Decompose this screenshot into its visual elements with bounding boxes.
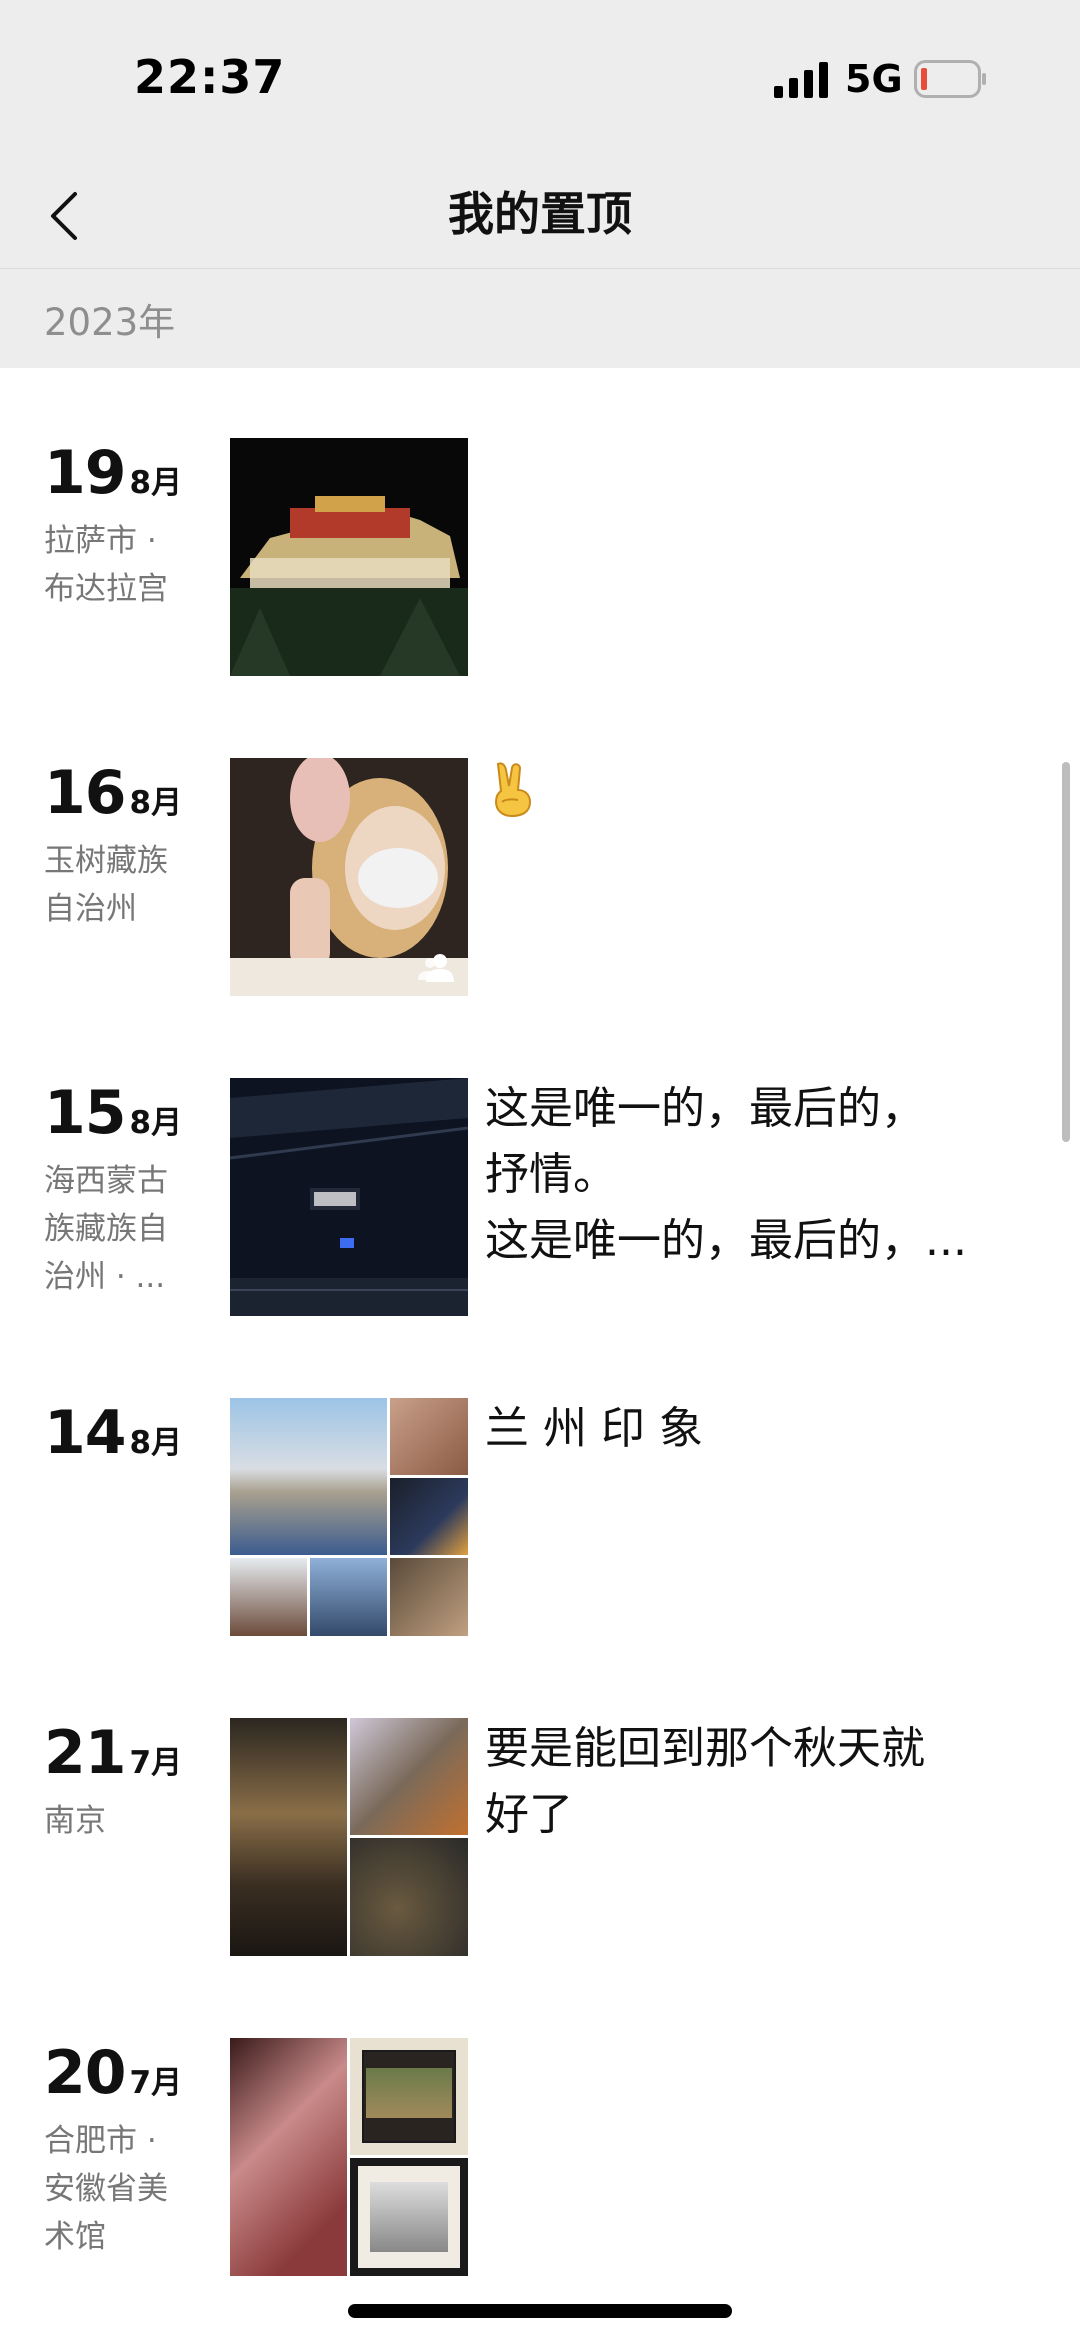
entry-date: 20 7月	[44, 2033, 194, 2113]
entry-date: 19 8月	[44, 433, 194, 513]
photo-grid[interactable]	[230, 2038, 468, 2276]
network-type: 5G	[845, 57, 903, 101]
entry-photo[interactable]	[230, 758, 468, 996]
signal-icon	[774, 62, 828, 98]
entry-month: 8月	[129, 1425, 183, 1461]
feed-entry[interactable]: 16 8月 玉树藏族自治州	[0, 688, 1080, 996]
entry-month: 8月	[129, 785, 183, 821]
entry-date: 15 8月	[44, 1073, 194, 1153]
entry-date: 14 8月	[44, 1393, 194, 1473]
status-bar: 22:37 5G	[0, 0, 1080, 160]
entry-location: 玉树藏族自治州	[44, 843, 168, 927]
entry-month: 7月	[129, 1745, 183, 1781]
photo-cell[interactable]	[390, 1478, 468, 1555]
home-indicator[interactable]	[348, 2304, 732, 2318]
top-header: 22:37 5G 我的置顶 2023年	[0, 0, 1080, 368]
entry-location: 拉萨市 · 布达拉宫	[44, 523, 168, 607]
entry-month: 8月	[129, 1105, 183, 1141]
photo-cell[interactable]	[310, 1558, 387, 1636]
photo-cell[interactable]	[390, 1398, 468, 1475]
navigation-bar: 我的置顶	[0, 160, 1080, 268]
photo-grid[interactable]	[230, 1398, 468, 1636]
photo-cell[interactable]	[350, 1838, 468, 1956]
entry-caption: 兰 州 印 象	[485, 1403, 703, 1454]
photo-cell[interactable]	[230, 1398, 387, 1555]
feed-entry[interactable]: 20 7月 合肥市 · 安徽省美术馆	[0, 1968, 1080, 2276]
victory-hand-emoji	[494, 762, 532, 818]
photo-grid[interactable]	[230, 1718, 468, 1956]
entry-day: 16	[44, 758, 126, 828]
page-title: 我的置顶	[448, 187, 632, 241]
feed-entry[interactable]: 19 8月 拉萨市 · 布达拉宫	[0, 368, 1080, 676]
entry-photo[interactable]	[230, 1078, 468, 1316]
photo-cell[interactable]	[390, 1558, 468, 1636]
entry-day: 20	[44, 2038, 126, 2108]
entry-day: 21	[44, 1718, 126, 1788]
header-divider	[0, 268, 1080, 269]
entry-location: 合肥市 · 安徽省美术馆	[44, 2123, 168, 2255]
contacts-icon	[418, 954, 454, 982]
chevron-left-icon	[51, 192, 77, 240]
back-button[interactable]	[36, 178, 92, 254]
photo-cell[interactable]	[230, 2038, 347, 2276]
potala-palace-photo	[230, 438, 468, 676]
feed-entry[interactable]: 21 7月 南京 要是能回到那个秋天就 好了	[0, 1648, 1080, 1956]
photo-cell[interactable]	[350, 2158, 468, 2276]
entry-photo[interactable]	[230, 438, 468, 676]
feed-entry[interactable]: 15 8月 海西蒙古族藏族自治州 · ... 这是唯一的，最后的， 抒情。 这是唯…	[0, 1008, 1080, 1316]
year-header: 2023年	[44, 301, 176, 344]
scrollbar[interactable]	[1062, 762, 1070, 1142]
entry-day: 14	[44, 1398, 126, 1468]
entry-caption: 这是唯一的，最后的， 抒情。 这是唯一的，最后的，...	[485, 1083, 967, 1266]
status-time: 22:37	[134, 50, 286, 104]
entry-date: 16 8月	[44, 753, 194, 833]
entry-day: 19	[44, 438, 126, 508]
entry-date: 21 7月	[44, 1713, 194, 1793]
entry-caption: 要是能回到那个秋天就 好了	[485, 1723, 925, 1840]
photo-cell[interactable]	[230, 1558, 307, 1636]
entry-location: 海西蒙古族藏族自治州 · ...	[44, 1163, 168, 1295]
feed-entry[interactable]: 14 8月 兰 州 印 象	[0, 1328, 1080, 1636]
station-photo	[230, 1078, 468, 1316]
entry-month: 8月	[129, 465, 183, 501]
battery-low-icon	[914, 60, 986, 98]
photo-cell[interactable]	[350, 1718, 468, 1835]
entry-month: 7月	[129, 2065, 183, 2101]
entry-day: 15	[44, 1078, 126, 1148]
entry-location: 南京	[44, 1803, 106, 1839]
photo-cell[interactable]	[230, 1718, 347, 1956]
photo-cell[interactable]	[350, 2038, 468, 2155]
